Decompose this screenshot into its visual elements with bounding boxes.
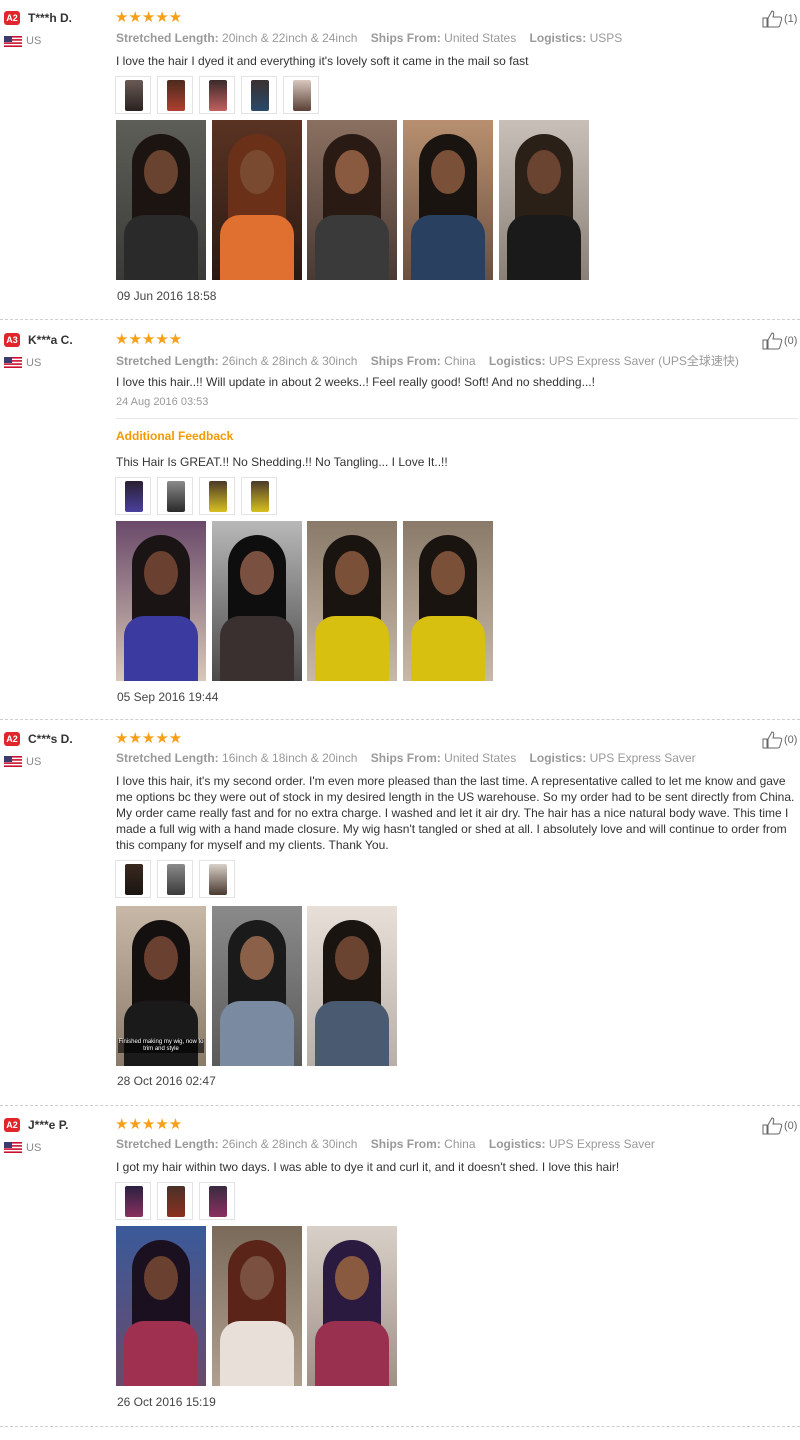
reviewer-name: K***a C. bbox=[28, 333, 73, 347]
us-flag-icon bbox=[4, 756, 22, 767]
review-text: I love this hair..!! Will update in abou… bbox=[116, 375, 595, 389]
reviewer-name: T***h D. bbox=[28, 11, 73, 25]
thumbs-up-icon bbox=[762, 1117, 783, 1135]
photo-thumbnail[interactable] bbox=[115, 860, 151, 898]
photo-thumbnail[interactable] bbox=[199, 860, 235, 898]
country-label: US bbox=[26, 756, 42, 768]
review-date: 28 Oct 2016 02:47 bbox=[117, 1074, 216, 1088]
review-date: 09 Jun 2016 18:58 bbox=[117, 289, 217, 303]
like-button[interactable]: (0) bbox=[762, 731, 797, 749]
thumbs-up-icon bbox=[762, 731, 783, 749]
thumbs-up-icon bbox=[762, 332, 783, 350]
review-text: I got my hair within two days. I was abl… bbox=[116, 1160, 620, 1174]
rating-stars: ★★★★★ bbox=[115, 331, 183, 348]
level-badge: A3 bbox=[4, 333, 20, 347]
review-divider bbox=[0, 719, 800, 720]
order-attributes: Stretched Length: 26inch & 28inch & 30in… bbox=[116, 1137, 655, 1151]
additional-feedback-heading: Additional Feedback bbox=[116, 429, 234, 443]
rating-stars: ★★★★★ bbox=[115, 730, 183, 747]
review-date: 05 Sep 2016 19:44 bbox=[117, 690, 219, 704]
like-button[interactable]: (0) bbox=[762, 1117, 797, 1135]
photo-thumbnail[interactable] bbox=[283, 76, 319, 114]
level-badge: A2 bbox=[4, 732, 20, 746]
review-photo[interactable]: Finished making my wig, now to trim and … bbox=[116, 906, 206, 1066]
photo-thumbnail[interactable] bbox=[199, 1182, 235, 1220]
review-divider bbox=[0, 1105, 800, 1106]
review-photo[interactable] bbox=[212, 120, 302, 280]
photo-thumbnail[interactable] bbox=[241, 76, 277, 114]
additional-feedback-text: This Hair Is GREAT.!! No Shedding.!! No … bbox=[116, 455, 448, 469]
photo-caption: Finished making my wig, now to trim and … bbox=[118, 1039, 204, 1053]
order-attributes: Stretched Length: 26inch & 28inch & 30in… bbox=[116, 354, 739, 368]
thumbs-up-icon bbox=[762, 10, 783, 28]
level-badge: A2 bbox=[4, 1118, 20, 1132]
rating-stars: ★★★★★ bbox=[115, 1116, 183, 1133]
review-text: I love the hair I dyed it and everything… bbox=[116, 54, 529, 68]
photo-thumbnail[interactable] bbox=[157, 1182, 193, 1220]
review-photo[interactable] bbox=[307, 1226, 397, 1386]
photo-thumbnail[interactable] bbox=[241, 477, 277, 515]
review-text: I love this hair, it's my second order. … bbox=[116, 774, 795, 852]
review-date: 24 Aug 2016 03:53 bbox=[116, 396, 209, 408]
like-button[interactable]: (1) bbox=[762, 10, 797, 28]
review-photo[interactable] bbox=[307, 906, 397, 1066]
photo-thumbnail[interactable] bbox=[157, 477, 193, 515]
feedback-separator bbox=[116, 418, 798, 419]
country-label: US bbox=[26, 35, 42, 47]
review-photo[interactable] bbox=[212, 1226, 302, 1386]
review-photo[interactable] bbox=[212, 906, 302, 1066]
us-flag-icon bbox=[4, 36, 22, 47]
like-count: (1) bbox=[784, 12, 798, 25]
review-photo[interactable] bbox=[116, 521, 206, 681]
photo-thumbnail[interactable] bbox=[115, 477, 151, 515]
photo-thumbnail[interactable] bbox=[115, 1182, 151, 1220]
photo-thumbnail[interactable] bbox=[157, 860, 193, 898]
like-count: (0) bbox=[784, 334, 798, 347]
rating-stars: ★★★★★ bbox=[115, 9, 183, 26]
like-count: (0) bbox=[784, 1119, 798, 1132]
reviewer-name: J***e P. bbox=[28, 1118, 69, 1132]
level-badge: A2 bbox=[4, 11, 20, 25]
country-label: US bbox=[26, 1142, 42, 1154]
reviewer-name: C***s D. bbox=[28, 732, 73, 746]
like-count: (0) bbox=[784, 733, 798, 746]
review-photo[interactable] bbox=[116, 120, 206, 280]
review-photo[interactable] bbox=[403, 120, 493, 280]
photo-thumbnail[interactable] bbox=[115, 76, 151, 114]
review-divider bbox=[0, 1426, 800, 1427]
review-photo[interactable] bbox=[403, 521, 493, 681]
review-photo[interactable] bbox=[499, 120, 589, 280]
like-button[interactable]: (0) bbox=[762, 332, 797, 350]
review-date: 26 Oct 2016 15:19 bbox=[117, 1395, 216, 1409]
review-photo[interactable] bbox=[212, 521, 302, 681]
review-photo[interactable] bbox=[307, 521, 397, 681]
review-photo[interactable] bbox=[116, 1226, 206, 1386]
country-label: US bbox=[26, 357, 42, 369]
photo-thumbnail[interactable] bbox=[199, 477, 235, 515]
order-attributes: Stretched Length: 16inch & 18inch & 20in… bbox=[116, 751, 696, 765]
photo-thumbnail[interactable] bbox=[157, 76, 193, 114]
us-flag-icon bbox=[4, 357, 22, 368]
us-flag-icon bbox=[4, 1142, 22, 1153]
photo-thumbnail[interactable] bbox=[199, 76, 235, 114]
order-attributes: Stretched Length: 20inch & 22inch & 24in… bbox=[116, 31, 623, 45]
review-photo[interactable] bbox=[307, 120, 397, 280]
review-divider bbox=[0, 319, 800, 320]
